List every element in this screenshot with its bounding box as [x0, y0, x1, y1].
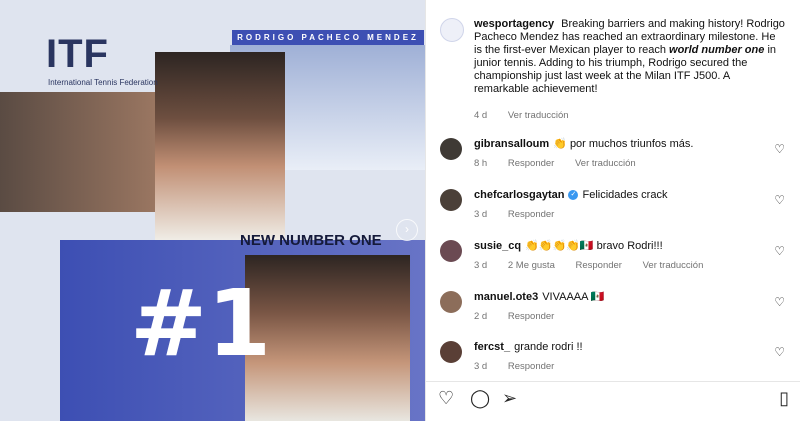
comments-panel: wesportagency Breaking barriers and maki…	[425, 0, 800, 421]
caption-time: 4 d	[474, 110, 488, 121]
post-action-bar: ♡ ◯ ➢ ▯	[426, 381, 800, 422]
comment-text: VIVAAAA 🇲🇽	[542, 291, 605, 303]
commenter-avatar[interactable]	[440, 341, 462, 363]
comment-username[interactable]: fercst_	[474, 341, 510, 353]
commenter-avatar[interactable]	[440, 240, 462, 262]
itf-logo-subtitle: International Tennis Federation	[48, 78, 158, 87]
translate-link[interactable]: Ver traducción	[643, 260, 704, 271]
like-comment-heart-icon[interactable]: ♡	[774, 193, 785, 207]
comment-time: 2 d	[474, 311, 488, 322]
comment-text: 👏 por muchos triunfos más.	[553, 138, 694, 150]
number-one-graphic: #1	[130, 270, 272, 377]
headline: NEW NUMBER ONE	[240, 232, 382, 249]
reply-link[interactable]: Responder	[508, 361, 554, 372]
verified-badge-icon: ✓	[568, 190, 579, 201]
bookmark-icon[interactable]: ▯	[779, 388, 789, 409]
post-image[interactable]: ITF International Tennis Federation RODR…	[0, 0, 425, 421]
translate-link[interactable]: Ver traducción	[575, 158, 636, 169]
commenter-avatar[interactable]	[440, 189, 462, 211]
comment-time: 3 d	[474, 209, 488, 220]
reply-link[interactable]: Responder	[576, 260, 622, 271]
commenter-avatar[interactable]	[440, 138, 462, 160]
like-comment-heart-icon[interactable]: ♡	[774, 142, 785, 156]
comment-icon[interactable]: ◯	[470, 388, 490, 409]
itf-logo: ITF International Tennis Federation	[36, 18, 158, 90]
comment-text: grande rodri !!	[514, 341, 583, 353]
caption-username[interactable]: wesportagency	[474, 18, 554, 30]
caption-translate-link[interactable]: Ver traducción	[508, 110, 569, 121]
name-banner: RODRIGO PACHECO MENDEZ	[232, 30, 424, 45]
comment-username[interactable]: manuel.ote3	[474, 291, 538, 303]
comment-likes[interactable]: 2 Me gusta	[508, 260, 555, 271]
commenter-avatar[interactable]	[440, 291, 462, 313]
author-avatar[interactable]	[440, 18, 464, 42]
comment-time: 8 h	[474, 158, 488, 169]
comment-username[interactable]: gibransalloum	[474, 138, 549, 150]
like-comment-heart-icon[interactable]: ♡	[774, 244, 785, 258]
reply-link[interactable]: Responder	[508, 158, 554, 169]
like-heart-icon[interactable]: ♡	[438, 388, 454, 409]
comment-username[interactable]: susie_cq	[474, 240, 521, 252]
share-icon[interactable]: ➢	[502, 388, 517, 409]
reply-link[interactable]: Responder	[508, 311, 554, 322]
photo-center	[155, 52, 285, 242]
comment-time: 3 d	[474, 260, 488, 271]
photo-left	[0, 92, 180, 212]
comment-text: Felicidades crack	[582, 189, 668, 201]
like-comment-heart-icon[interactable]: ♡	[774, 295, 785, 309]
carousel-next-icon[interactable]: ›	[396, 219, 418, 241]
comment-time: 3 d	[474, 361, 488, 372]
comment-username[interactable]: chefcarlosgaytan	[474, 189, 564, 201]
like-comment-heart-icon[interactable]: ♡	[774, 345, 785, 359]
itf-logo-letters: ITF	[46, 32, 109, 76]
caption-text-emphasis: world number one	[669, 44, 765, 56]
comment-text: 👏👏👏👏🇲🇽 bravo Rodri!!!	[525, 240, 663, 252]
reply-link[interactable]: Responder	[508, 209, 554, 220]
